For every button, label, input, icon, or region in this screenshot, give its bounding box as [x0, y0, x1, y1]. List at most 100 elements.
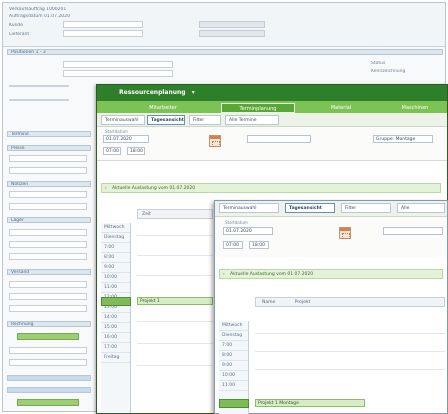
header-date-label: Auftragsdatum 01.07.2020	[9, 14, 70, 19]
side-field[interactable]	[9, 191, 87, 198]
appointment-event[interactable]: Projekt 1	[137, 297, 213, 305]
calendar-icon[interactable]	[339, 227, 351, 239]
time-row: 16:00	[101, 333, 130, 343]
search-field[interactable]	[247, 135, 311, 143]
select-appointments-button[interactable]: Terminauswahl	[219, 203, 279, 213]
filter-button[interactable]: Filter	[189, 115, 221, 125]
time-to-input[interactable]: 18:00	[249, 241, 269, 249]
section-bar-shipping[interactable]: Versand	[7, 269, 91, 275]
marker-label: Kennzeichnung	[371, 69, 406, 74]
status-label: Status	[371, 61, 386, 66]
time-row: Mittwoch	[219, 321, 248, 331]
side-field[interactable]	[9, 203, 87, 210]
side-field[interactable]	[9, 359, 87, 366]
side-field[interactable]	[9, 305, 87, 312]
tab-employees[interactable]: Mitarbeiter	[133, 103, 193, 113]
time-row: 9:00	[219, 361, 248, 371]
address-field[interactable]	[63, 70, 173, 77]
search-field[interactable]	[383, 227, 443, 235]
time-from-input[interactable]: 07:00	[223, 241, 243, 249]
time-row: 8:00	[101, 253, 130, 263]
group-field[interactable]: Gruppe: Montage	[373, 135, 433, 143]
side-field[interactable]	[9, 241, 87, 248]
side-field[interactable]	[9, 155, 87, 162]
appointment-event[interactable]: Projekt 1 Montage	[255, 399, 365, 407]
grid-line	[137, 255, 213, 256]
utilization-strip[interactable]: › Aktuelle Auslastung vom 01.07.2020	[101, 183, 441, 193]
confirm-button[interactable]	[17, 333, 79, 340]
time-row: 8:00	[219, 351, 248, 361]
all-appointments-button[interactable]: Alle Termine	[225, 115, 279, 125]
select-appointments-button[interactable]: Terminauswahl	[101, 115, 145, 125]
utilization-label: Aktuelle Auslastung vom 01.07.2020	[230, 272, 314, 277]
side-field[interactable]	[9, 229, 87, 236]
time-row: 10:00	[219, 371, 248, 381]
tab-material[interactable]: Material	[313, 103, 369, 113]
section-bar[interactable]	[7, 387, 91, 393]
side-field[interactable]	[9, 293, 87, 300]
time-row: 14:00	[101, 313, 130, 323]
start-date-input[interactable]: 01.07.2020	[223, 227, 273, 235]
time-row: Freitag	[101, 353, 130, 363]
supplier-label: Lieferant	[9, 32, 30, 37]
time-to-input[interactable]: 18:00	[127, 147, 145, 155]
chevron-right-icon: ›	[223, 272, 225, 277]
supplier-name-field[interactable]	[199, 30, 265, 37]
grid-header-time: Zeit	[142, 212, 151, 217]
window-title: Ressourcenplanung	[119, 89, 186, 96]
contact-field[interactable]	[63, 61, 173, 68]
customer-field[interactable]	[63, 21, 143, 28]
divider	[9, 85, 69, 87]
section-bar-stock[interactable]: Lager	[7, 217, 91, 223]
day-view-button[interactable]: Tagesansicht	[285, 203, 335, 213]
grid-line	[137, 235, 213, 236]
time-row: 7:00	[101, 243, 130, 253]
positions-bar[interactable]: Positionen 1 - 3	[7, 49, 443, 55]
background-header: Verkaufsauftrag 1000201 Auftragsdatum 01…	[3, 3, 445, 47]
side-field[interactable]	[9, 281, 87, 288]
chevron-right-icon: ›	[105, 186, 107, 191]
time-from-input[interactable]: 07:00	[103, 147, 121, 155]
time-row: 15:00	[101, 323, 130, 333]
section-bar-dates[interactable]: Termine	[7, 131, 91, 137]
front-toolbar: Terminauswahl Tagesansicht Filter Alle	[215, 201, 447, 217]
time-row: 11:00	[219, 381, 248, 391]
supplier-field[interactable]	[63, 30, 143, 37]
time-row: 17:00	[101, 343, 130, 353]
grid-line	[255, 351, 445, 352]
tab-scheduling[interactable]: Terminplanung	[221, 103, 295, 113]
calendar-icon[interactable]	[209, 135, 221, 147]
section-bar[interactable]	[7, 375, 91, 381]
time-row: Dienstag	[219, 331, 248, 341]
start-date-input[interactable]: 01.07.2020	[103, 135, 149, 143]
section-bar-invoice[interactable]: Rechnung	[7, 321, 91, 327]
grid-line	[137, 343, 213, 344]
selected-time-row[interactable]	[101, 297, 131, 306]
day-view-button[interactable]: Tagesansicht	[147, 115, 185, 125]
filter-button[interactable]: Filter	[341, 203, 391, 213]
section-bar-prices[interactable]: Preise	[7, 145, 91, 151]
time-row: 9:00	[101, 263, 130, 273]
grid-line	[137, 321, 213, 322]
divider	[9, 99, 69, 101]
time-row: 10:00	[101, 273, 130, 283]
section-bar-notes[interactable]: Notizen	[7, 181, 91, 187]
side-field[interactable]	[9, 167, 87, 174]
side-field[interactable]	[9, 347, 87, 354]
time-row: 11:00	[101, 283, 130, 293]
start-date-label: Startdatum	[225, 220, 248, 225]
grid-line	[255, 369, 445, 370]
grid-header: Zeit	[137, 209, 213, 219]
grid-header-project: Projekt	[294, 300, 311, 305]
window-title-bar[interactable]: Ressourcenplanung ▾	[97, 85, 447, 101]
selected-time-row[interactable]	[219, 399, 249, 408]
side-field[interactable]	[9, 253, 87, 260]
tab-machines[interactable]: Maschinen	[387, 103, 443, 113]
all-button[interactable]: Alle	[397, 203, 445, 213]
utilization-strip[interactable]: › Aktuelle Auslastung vom 01.07.2020	[219, 269, 443, 279]
title-dropdown-icon[interactable]: ▾	[192, 89, 195, 96]
front-date-selection: Startdatum 01.07.2020 07:00 18:00	[215, 217, 447, 257]
save-button[interactable]	[17, 399, 79, 406]
grid-line	[137, 275, 213, 276]
customer-name-field[interactable]	[199, 21, 265, 28]
